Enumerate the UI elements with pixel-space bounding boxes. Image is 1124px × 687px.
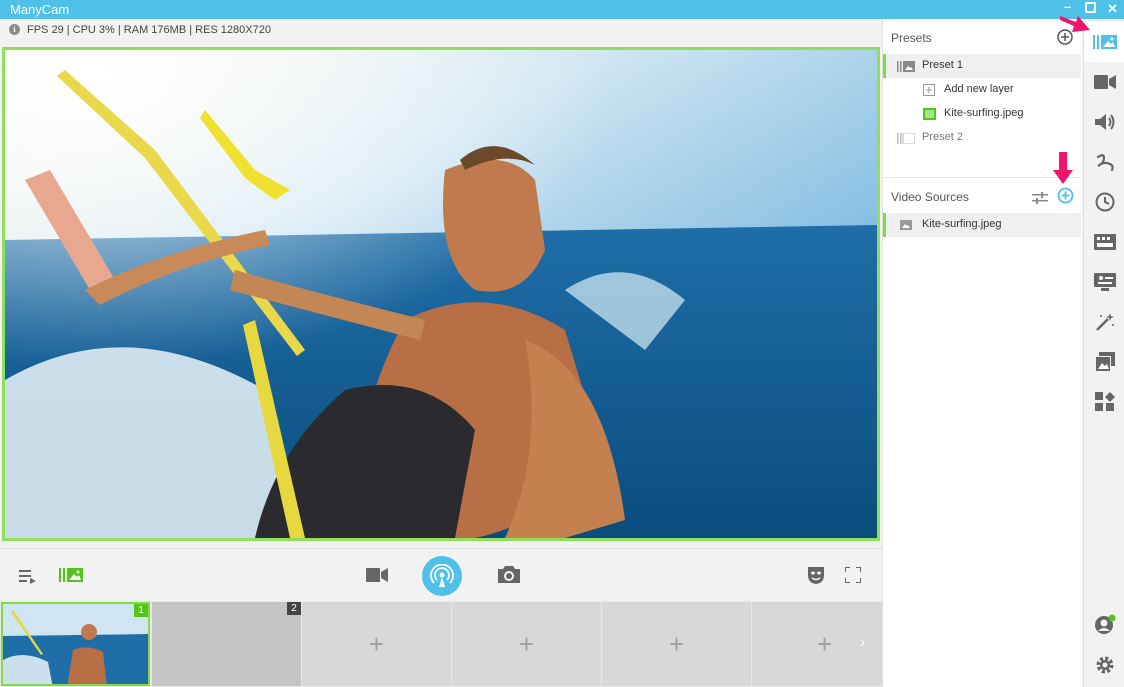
add-icon: + xyxy=(668,628,685,659)
presets-header: Presets xyxy=(883,19,1083,55)
layer-item-kite-surfing[interactable]: Kite-surfing.jpeg xyxy=(883,102,1081,126)
close-button[interactable]: ✕ xyxy=(1107,1,1118,17)
widgets-icon[interactable] xyxy=(1084,382,1124,422)
thumbnail-number: 1 xyxy=(134,604,148,617)
thumbnail-2[interactable]: 2 xyxy=(152,602,301,686)
control-bar xyxy=(0,548,882,601)
drawing-icon[interactable] xyxy=(1084,142,1124,182)
video-camera-icon[interactable] xyxy=(365,565,389,585)
info-icon[interactable]: i xyxy=(9,24,20,35)
snapshot-camera-icon[interactable] xyxy=(497,563,521,585)
playlist-icon[interactable] xyxy=(18,566,38,586)
add-new-layer-label: Add new layer xyxy=(944,83,1014,95)
thumbnails-next-arrow[interactable]: › xyxy=(860,634,865,652)
account-icon[interactable] xyxy=(1084,605,1124,645)
add-icon: + xyxy=(518,628,535,659)
audio-icon[interactable] xyxy=(1084,102,1124,142)
video-icon[interactable] xyxy=(1084,62,1124,102)
annotation-arrow-icon xyxy=(1053,152,1073,184)
stats-text: FPS 29 | CPU 3% | RAM 176MB | RES 1280X7… xyxy=(27,24,271,36)
thumbnail-1[interactable]: 1 xyxy=(1,602,150,686)
broadcast-icon xyxy=(430,564,454,587)
video-source-label: Kite-surfing.jpeg xyxy=(922,218,1002,230)
title-bar: ManyCam – ✕ xyxy=(0,0,1124,19)
right-panel: Presets Preset 1 Add new layer Kite-surf… xyxy=(882,19,1082,687)
thumbnail-number: 2 xyxy=(287,602,301,615)
presets-layers-icon[interactable] xyxy=(58,564,84,586)
preset-item-1[interactable]: Preset 1 xyxy=(883,54,1081,78)
preset-item-2[interactable]: Preset 2 xyxy=(883,126,1081,150)
preset-layers-icon xyxy=(897,61,915,72)
video-sources-title: Video Sources xyxy=(891,190,969,204)
thumbnail-image xyxy=(3,604,148,684)
image-layer-icon xyxy=(923,108,936,120)
add-icon: + xyxy=(368,628,385,659)
chroma-icon[interactable] xyxy=(1084,262,1124,302)
panel-divider xyxy=(883,177,1081,178)
preset-label: Preset 2 xyxy=(922,131,963,143)
lower-thirds-icon[interactable] xyxy=(1084,222,1124,262)
add-layer-icon xyxy=(923,84,935,96)
settings-gear-icon[interactable] xyxy=(1084,645,1124,685)
preview-image xyxy=(5,50,877,538)
preset-layers-icon xyxy=(897,133,915,144)
add-video-source-icon[interactable] xyxy=(1057,187,1074,204)
thumbnail-add-5[interactable]: + xyxy=(602,602,751,686)
app-title: ManyCam xyxy=(10,2,70,17)
thumbnail-add-3[interactable]: + xyxy=(302,602,451,686)
thumbnail-add-4[interactable]: + xyxy=(452,602,601,686)
image-source-icon xyxy=(900,220,912,230)
main-preview[interactable] xyxy=(2,47,880,541)
layer-label: Kite-surfing.jpeg xyxy=(944,107,1024,119)
annotation-arrow-icon xyxy=(1060,16,1090,32)
mask-icon[interactable] xyxy=(806,565,826,585)
add-new-layer[interactable]: Add new layer xyxy=(883,78,1081,102)
feature-sidebar xyxy=(1060,16,1124,687)
source-settings-icon[interactable] xyxy=(1032,192,1048,204)
clock-icon[interactable] xyxy=(1084,182,1124,222)
video-source-item-kite-surfing[interactable]: Kite-surfing.jpeg xyxy=(883,213,1081,237)
effects-wand-icon[interactable] xyxy=(1084,302,1124,342)
fullscreen-icon[interactable] xyxy=(843,565,863,585)
selection-bar xyxy=(883,213,886,237)
images-icon[interactable] xyxy=(1084,342,1124,382)
presets-title: Presets xyxy=(891,31,932,45)
preset-thumbnails: 1 2 + + + + › xyxy=(0,601,882,687)
broadcast-button[interactable] xyxy=(422,556,462,596)
preset-label: Preset 1 xyxy=(922,59,963,71)
stats-bar: i FPS 29 | CPU 3% | RAM 176MB | RES 1280… xyxy=(0,19,882,41)
selection-bar xyxy=(883,54,886,78)
